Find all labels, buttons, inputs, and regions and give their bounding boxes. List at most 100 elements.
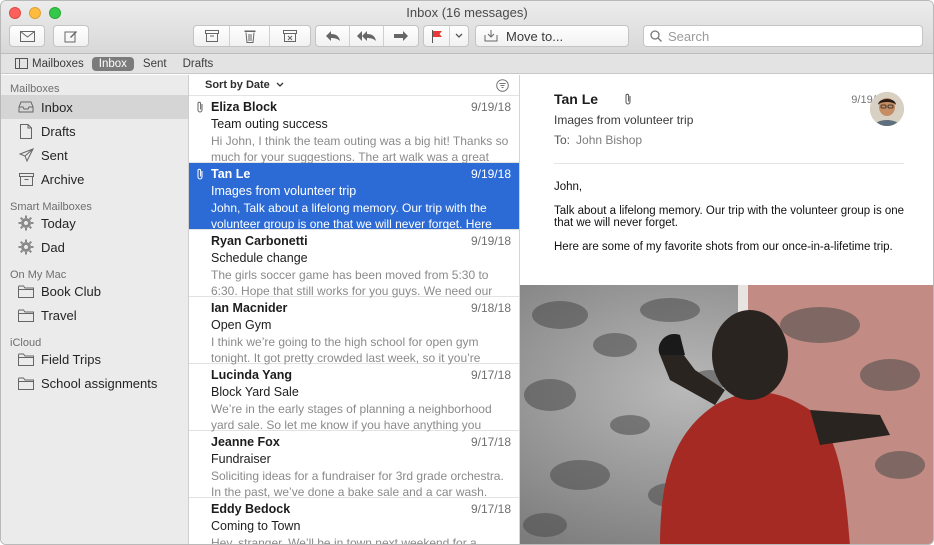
move-to-button[interactable]: Move to...	[475, 25, 629, 47]
body-paragraph: Here are some of my favorite shots from …	[554, 241, 893, 253]
message-subject: Schedule change	[211, 251, 308, 265]
sidebar-item-today[interactable]: Today	[1, 211, 188, 235]
forward-arrow-icon	[394, 31, 408, 41]
filter-icon	[496, 79, 509, 92]
message-row-header: Eddy Bedock 9/17/18	[211, 502, 511, 519]
message-subject: Block Yard Sale	[211, 385, 299, 399]
sender-avatar	[870, 92, 904, 126]
message-row-header: Tan Le 9/19/18	[211, 167, 511, 184]
sidebar-item-field-trips[interactable]: Field Trips	[1, 347, 188, 371]
section-smart-mailboxes: Smart Mailboxes	[10, 201, 92, 213]
message-date: 9/17/18	[470, 435, 511, 449]
flag-menu-button[interactable]	[450, 26, 468, 46]
message-row[interactable]: Lucinda Yang 9/17/18 Block Yard Sale We’re …	[189, 364, 519, 432]
sidebar-item-inbox[interactable]: Inbox	[1, 95, 188, 119]
sidebar-item-school-assignments[interactable]: School assignments	[1, 371, 188, 395]
sidebar-item-dad[interactable]: Dad	[1, 235, 188, 259]
sidebar-item-archive[interactable]: Archive	[1, 167, 188, 191]
message-recipients: To: John Bishop	[554, 133, 904, 147]
filter-button[interactable]	[496, 79, 509, 95]
message-row[interactable]: Eliza Block 9/19/18 Team outing success Hi …	[189, 96, 519, 164]
folder-icon	[18, 307, 34, 323]
message-sender[interactable]: Tan Le	[554, 91, 598, 107]
attached-photo[interactable]	[520, 285, 933, 544]
message-from: Ryan Carbonetti	[211, 234, 308, 248]
message-date: 9/17/18	[470, 502, 511, 516]
delete-button[interactable]	[230, 26, 270, 46]
junk-button[interactable]	[270, 26, 310, 46]
message-from: Eddy Bedock	[211, 502, 291, 516]
sidebar-item-travel[interactable]: Travel	[1, 303, 188, 327]
message-row[interactable]: Ryan Carbonetti 9/19/18 Schedule change The…	[189, 230, 519, 298]
get-mail-button[interactable]	[9, 25, 45, 47]
recipient[interactable]: John Bishop	[576, 133, 642, 147]
message-body: John, Talk about a lifelong memory. Our …	[554, 181, 924, 265]
chevron-down-icon	[455, 33, 463, 38]
favorite-sent[interactable]: Sent	[136, 57, 174, 71]
archive-box-icon	[204, 30, 219, 42]
sidebar-item-drafts[interactable]: Drafts	[1, 119, 188, 143]
message-row[interactable]: Tan Le 9/19/18 Images from volunteer trip J…	[189, 163, 519, 231]
message-from: Jeanne Fox	[211, 435, 280, 449]
folder-icon	[18, 351, 34, 367]
message-subject: Team outing success	[211, 117, 328, 131]
section-icloud: iCloud	[10, 337, 42, 349]
message-from: Eliza Block	[211, 100, 277, 114]
search-input[interactable]	[668, 28, 908, 44]
sidebar-item-label: Travel	[41, 307, 77, 323]
sidebar-item-label: Inbox	[41, 99, 73, 115]
archive-box-icon	[18, 171, 34, 187]
archive-delete-group	[193, 25, 311, 47]
message-preview: We’re in the early stages of planning a …	[211, 402, 492, 432]
show-mailboxes-button[interactable]: Mailboxes	[15, 58, 84, 70]
section-on-my-mac: On My Mac	[10, 269, 67, 281]
message-preview: The girls soccer game has been moved fro…	[211, 268, 493, 298]
message-preview: Hi John, I think the team outing was a b…	[211, 134, 509, 164]
message-preview: Hey, stranger. We’ll be in town next wee…	[211, 536, 477, 545]
message-viewer: Tan Le 9/19/18 Images from volunteer tri…	[520, 75, 933, 544]
titlebar: Inbox (16 messages) Move to... Search	[1, 1, 933, 54]
flag-group	[423, 25, 469, 47]
section-mailboxes: Mailboxes	[10, 83, 60, 95]
sort-label: Sort by Date	[205, 79, 270, 91]
move-to-tray-icon	[476, 30, 506, 42]
favorite-inbox[interactable]: Inbox	[91, 56, 134, 71]
favorite-drafts[interactable]: Drafts	[176, 57, 221, 71]
document-icon	[18, 123, 34, 139]
message-row-header: Eliza Block 9/19/18	[211, 100, 511, 117]
sort-by-date-button[interactable]: Sort by Date	[205, 79, 284, 91]
search-field[interactable]	[643, 25, 923, 47]
forward-button[interactable]	[384, 26, 418, 46]
sidebar-item-label: Today	[41, 215, 76, 231]
archive-button[interactable]	[194, 26, 230, 46]
move-to-label: Move to...	[506, 28, 564, 44]
message-list: Sort by Date Eliza Block 9/19/18 Team outi…	[189, 75, 520, 545]
message-rows: Eliza Block 9/19/18 Team outing success Hi …	[189, 96, 519, 545]
message-preview: John, Talk about a lifelong memory. Our …	[211, 201, 492, 231]
sidebar-item-label: Dad	[41, 239, 65, 255]
message-subject: Coming to Town	[211, 519, 301, 533]
compose-button[interactable]	[53, 25, 89, 47]
folder-icon	[18, 283, 34, 299]
reply-group	[315, 25, 419, 47]
message-preview: Soliciting ideas for a fundraiser for 3r…	[211, 469, 504, 499]
message-row-header: Ian Macnider 9/18/18	[211, 301, 511, 318]
message-subject: Fundraiser	[211, 452, 271, 466]
message-row[interactable]: Jeanne Fox 9/17/18 Fundraiser Soliciting id…	[189, 431, 519, 499]
reply-button[interactable]	[316, 26, 350, 46]
compose-icon	[64, 31, 77, 43]
junk-box-icon	[283, 30, 297, 42]
message-from: Ian Macnider	[211, 301, 288, 315]
sidebar-item-book-club[interactable]: Book Club	[1, 279, 188, 303]
message-row[interactable]: Eddy Bedock 9/17/18 Coming to Town Hey, str…	[189, 498, 519, 545]
message-row[interactable]: Ian Macnider 9/18/18 Open Gym I think we’re…	[189, 297, 519, 365]
flag-button[interactable]	[424, 26, 450, 46]
message-date: 9/17/18	[470, 368, 511, 382]
flag-icon	[431, 29, 442, 43]
paper-plane-icon	[18, 147, 34, 163]
message-preview: I think we’re going to the high school f…	[211, 335, 481, 365]
window-title: Inbox (16 messages)	[406, 5, 528, 20]
reply-all-button[interactable]	[350, 26, 384, 46]
sidebar-item-sent[interactable]: Sent	[1, 143, 188, 167]
sidebar-item-label: School assignments	[41, 375, 158, 391]
